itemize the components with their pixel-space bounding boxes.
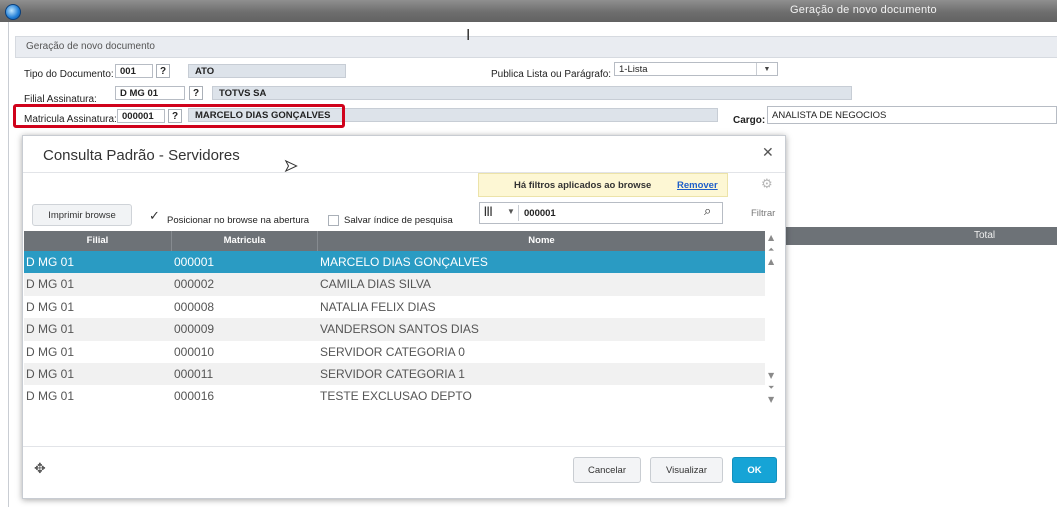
publica-lista-label: Publica Lista ou Parágrafo:	[491, 69, 612, 80]
gear-icon[interactable]: ⚙	[761, 177, 773, 192]
filial-assinatura-code-input[interactable]: D MG 01	[115, 86, 185, 100]
cell-nome: VANDERSON SANTOS DIAS	[320, 322, 479, 337]
tipo-documento-code-input[interactable]: 001	[115, 64, 153, 78]
lookup-dialog: Consulta Padrão - Servidores ✕ Há filtro…	[22, 135, 786, 499]
checkmark-icon: ✓	[149, 209, 160, 224]
filial-assinatura-lookup-button[interactable]: ?	[189, 86, 203, 100]
table-row[interactable]: D MG 01 000009 VANDERSON SANTOS DIAS	[24, 318, 765, 341]
cell-filial: D MG 01	[26, 344, 75, 359]
save-index-label: Salvar índice de pesquisa	[344, 215, 453, 226]
filial-assinatura-description: TOTVS SA	[212, 86, 852, 100]
filter-notice-text: Há filtros aplicados ao browse	[514, 180, 652, 191]
tipo-documento-label: Tipo do Documento:	[24, 69, 114, 80]
table-row[interactable]: D MG 01 000010 SERVIDOR CATEGORIA 0	[24, 341, 765, 363]
publica-lista-value: 1-Lista	[619, 64, 648, 75]
cancel-button[interactable]: Cancelar	[573, 457, 641, 483]
cell-filial: D MG 01	[26, 255, 75, 269]
cell-matricula: 000002	[174, 277, 215, 292]
page-down-icon[interactable]: ⏷	[768, 383, 774, 393]
ok-button[interactable]: OK	[732, 457, 777, 483]
search-icon[interactable]: ⌕	[704, 204, 711, 219]
filter-notice-banner: Há filtros aplicados ao browse Remover	[478, 173, 728, 197]
mouse-pointer-icon: ➤	[283, 156, 298, 176]
table-row[interactable]: D MG 01 000008 NATALIA FELIX DIAS	[24, 296, 765, 318]
app-logo-icon	[5, 4, 21, 20]
dialog-footer-divider	[23, 446, 785, 447]
cell-matricula: 000001	[174, 255, 215, 269]
tipo-documento-lookup-button[interactable]: ?	[156, 64, 170, 78]
cell-matricula: 000010	[174, 344, 215, 359]
scroll-up-icon[interactable]: ▲	[768, 257, 774, 266]
cell-filial: D MG 01	[26, 366, 75, 381]
column-header-nome[interactable]: Nome	[318, 231, 765, 251]
table-body: D MG 01 000001 MARCELO DIAS GONÇALVES D MG…	[24, 251, 765, 408]
cargo-label: Cargo:	[733, 115, 766, 126]
cell-nome: TESTE EXCLUSAO DEPTO	[320, 389, 472, 404]
page-up-icon[interactable]: ⏶	[768, 245, 774, 255]
cell-filial: D MG 01	[26, 277, 75, 292]
save-index-checkbox[interactable]	[328, 215, 339, 226]
window-title-bar: Geração de novo documento	[0, 0, 1057, 22]
dialog-title: Consulta Padrão - Servidores	[43, 147, 240, 164]
scroll-bottom-icon[interactable]: ▼	[768, 395, 774, 404]
column-header-matricula[interactable]: Matricula	[172, 231, 318, 251]
window-title: Geração de novo documento	[790, 4, 937, 16]
columns-icon[interactable]: |||	[484, 206, 492, 217]
form-header: Geração de novo documento	[15, 36, 1057, 58]
cell-filial: D MG 01	[26, 299, 75, 314]
document-grid-header: Total	[784, 227, 1057, 245]
filter-button[interactable]: Filtrar	[751, 208, 775, 219]
cell-nome: CAMILA DIAS SILVA	[320, 277, 431, 292]
close-icon[interactable]: ✕	[762, 144, 774, 161]
cell-matricula: 000011	[174, 366, 214, 381]
move-icon[interactable]: ✥	[34, 461, 46, 477]
text-cursor-icon: I	[466, 26, 471, 44]
search-box[interactable]: ||| ▼ 000001 ⌕	[479, 202, 723, 224]
position-browse-label: Posicionar no browse na abertura	[167, 215, 310, 226]
remove-filter-link[interactable]: Remover	[677, 180, 718, 191]
cell-nome: MARCELO DIAS GONÇALVES	[320, 255, 488, 269]
scroll-top-icon[interactable]: ▲	[768, 233, 774, 242]
table-scrollbar[interactable]: ▲ ⏶ ▲ ▼ ⏷ ▼	[765, 231, 783, 411]
cargo-input[interactable]: ANALISTA DE NEGOCIOS	[767, 106, 1057, 124]
search-input[interactable]: 000001	[524, 208, 556, 219]
red-highlight-box	[13, 104, 345, 128]
chevron-down-icon[interactable]: ▼	[756, 63, 777, 75]
tipo-documento-description: ATO	[188, 64, 346, 78]
position-browse-checkbox[interactable]: ✓	[149, 209, 161, 225]
table-row[interactable]: D MG 01 000002 CAMILA DIAS SILVA	[24, 273, 765, 296]
print-browse-button[interactable]: Imprimir browse	[32, 204, 132, 226]
column-header-filial[interactable]: Filial	[24, 231, 172, 251]
table-header: Filial Matricula Nome	[24, 231, 765, 251]
cell-filial: D MG 01	[26, 389, 75, 404]
cell-filial: D MG 01	[26, 322, 75, 337]
form-header-title: Geração de novo documento	[26, 41, 155, 52]
grid-total-header: Total	[974, 230, 996, 241]
cell-nome: SERVIDOR CATEGORIA 1	[320, 366, 465, 381]
table-row[interactable]: D MG 01 000001 MARCELO DIAS GONÇALVES	[24, 251, 765, 274]
scroll-down-icon[interactable]: ▼	[768, 371, 774, 380]
cell-matricula: 000009	[174, 322, 215, 337]
table-row[interactable]: D MG 01 000011 SERVIDOR CATEGORIA 1	[24, 362, 765, 386]
cell-matricula: 000016	[174, 389, 215, 404]
search-divider	[518, 205, 519, 221]
view-button[interactable]: Visualizar	[650, 457, 723, 483]
cell-matricula: 000008	[174, 299, 215, 314]
cell-nome: NATALIA FELIX DIAS	[320, 299, 436, 314]
table-row[interactable]: D MG 01 000016 TESTE EXCLUSAO DEPTO	[24, 385, 765, 407]
cell-nome: SERVIDOR CATEGORIA 0	[320, 344, 465, 359]
publica-lista-select[interactable]: 1-Lista ▼	[614, 62, 778, 76]
chevron-down-icon[interactable]: ▼	[507, 207, 515, 216]
